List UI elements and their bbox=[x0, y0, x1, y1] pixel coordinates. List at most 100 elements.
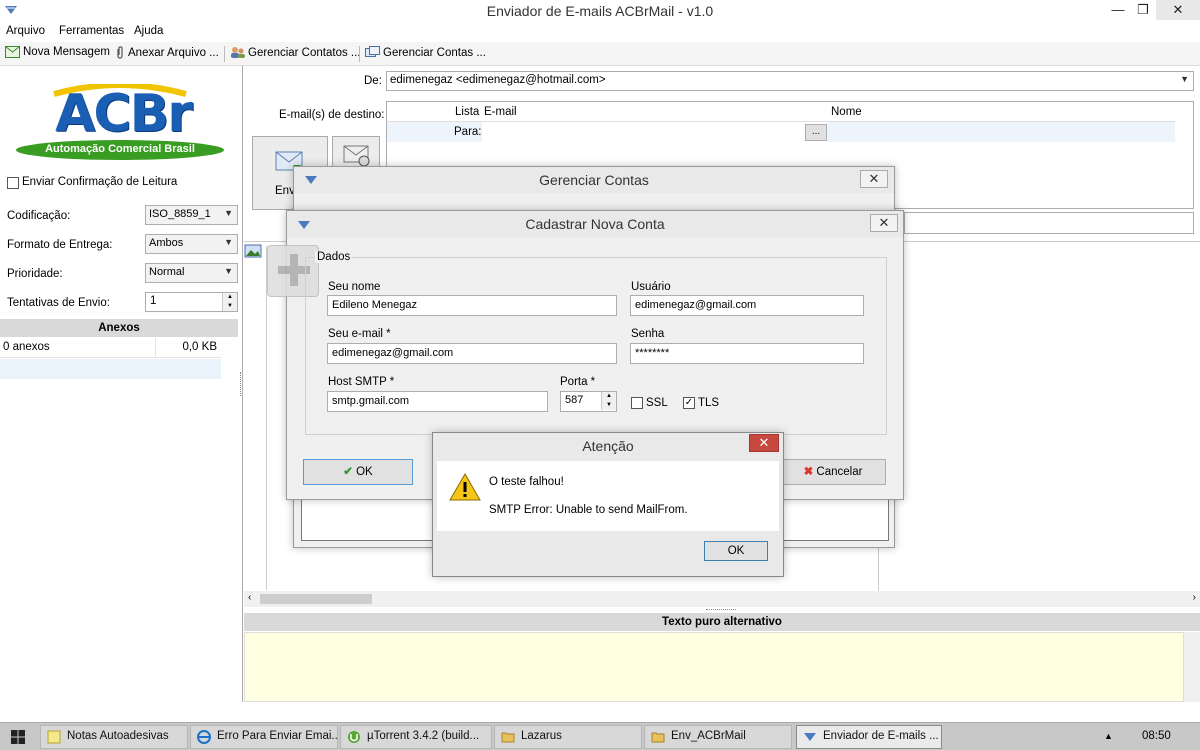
attempts-label: Tentativas de Envio: bbox=[7, 297, 110, 309]
destination-label: E-mail(s) de destino: bbox=[279, 109, 385, 121]
menu-arquivo[interactable]: Arquivo bbox=[6, 25, 45, 37]
browse-contacts-button[interactable]: ... bbox=[805, 124, 827, 141]
taskbar-label: Enviador de E-mails ... bbox=[823, 730, 939, 742]
alert-close-button[interactable]: ✕ bbox=[749, 434, 779, 452]
chevron-down-icon: ▼ bbox=[224, 208, 233, 218]
host-label: Host SMTP * bbox=[328, 376, 395, 388]
taskbar-item-browser[interactable]: Erro Para Enviar Emai... bbox=[190, 725, 338, 749]
port-value: 587 bbox=[565, 394, 584, 406]
ok-button[interactable]: ✔ OK bbox=[303, 459, 413, 485]
taskbar-item-lazarus[interactable]: Lazarus bbox=[494, 725, 642, 749]
spin-arrows[interactable]: ▲ ▼ bbox=[601, 392, 616, 410]
priority-select[interactable]: Normal ▼ bbox=[145, 263, 238, 283]
row-to-label: Para: bbox=[454, 126, 482, 138]
alert-ok-button[interactable]: OK bbox=[704, 541, 768, 561]
user-label: Usuário bbox=[631, 281, 671, 293]
email-input[interactable]: edimenegaz@gmail.com bbox=[327, 343, 617, 364]
chevron-down-icon: ▼ bbox=[224, 266, 233, 276]
tls-label: TLS bbox=[698, 397, 720, 409]
maximize-button[interactable]: ❐ bbox=[1130, 0, 1156, 20]
taskbar-item-utorrent[interactable]: µTorrent 3.4.2 (build... bbox=[340, 725, 492, 749]
from-label: De: bbox=[364, 75, 382, 87]
tray-overflow-icon[interactable]: ▲ bbox=[1104, 731, 1113, 741]
alert-dialog: Atenção ✕ O teste falhou! SMTP Error: Un… bbox=[432, 432, 784, 577]
ok-label: OK bbox=[356, 466, 373, 478]
attachments-summary-row[interactable]: 0 anexos 0,0 KB bbox=[0, 338, 221, 358]
splitter-handle[interactable] bbox=[706, 609, 736, 611]
vertical-scrollbar[interactable] bbox=[1184, 632, 1200, 702]
splitter-handle[interactable] bbox=[240, 372, 242, 396]
manage-contacts-button[interactable]: Gerenciar Contatos ... bbox=[230, 46, 361, 59]
port-spinner[interactable]: 587 ▲ ▼ bbox=[560, 391, 617, 412]
new-account-close-button[interactable]: ✕ bbox=[870, 214, 898, 232]
port-label: Porta * bbox=[560, 376, 596, 388]
taskbar-item-notes[interactable]: Notas Autoadesivas bbox=[40, 725, 188, 749]
column-divider bbox=[155, 338, 156, 358]
send-label: Env bbox=[275, 185, 295, 197]
scroll-right-icon[interactable]: › bbox=[1193, 592, 1196, 603]
attach-file-button[interactable]: Anexar Arquivo ... bbox=[115, 46, 219, 60]
window-titlebar: Enviador de E-mails ACBrMail - v1.0 — ❐ … bbox=[0, 0, 1200, 22]
password-label: Senha bbox=[631, 328, 665, 340]
close-icon: ✖ bbox=[803, 466, 814, 478]
alert-body: O teste falhou! SMTP Error: Unable to se… bbox=[437, 461, 779, 531]
windows-icon bbox=[11, 730, 25, 744]
delivery-label: Formato de Entrega: bbox=[7, 239, 113, 251]
delivery-value: Ambos bbox=[149, 237, 184, 249]
recipient-row[interactable]: Para: ... bbox=[387, 122, 1175, 142]
name-input[interactable]: Edileno Menegaz bbox=[327, 295, 617, 316]
start-button[interactable] bbox=[0, 723, 36, 750]
cancel-label: Cancelar bbox=[816, 466, 863, 478]
attempts-value: 1 bbox=[150, 295, 157, 307]
alert-message-1: O teste falhou! bbox=[489, 476, 564, 488]
taskbar-label: Env_ACBrMail bbox=[671, 730, 746, 742]
attachments-empty-row bbox=[0, 359, 221, 379]
manage-accounts-button[interactable]: Gerenciar Contas ... bbox=[365, 46, 486, 59]
tls-checkbox[interactable]: ✓ bbox=[683, 397, 695, 409]
horizontal-scrollbar[interactable]: ‹ › bbox=[244, 591, 1200, 607]
sticky-notes-icon bbox=[47, 730, 61, 744]
close-button[interactable]: ✕ bbox=[1156, 0, 1200, 20]
new-message-label: Nova Mensagem bbox=[23, 46, 110, 58]
subject-field[interactable] bbox=[904, 212, 1194, 234]
from-select[interactable]: edimenegaz <edimenegaz@hotmail.com> ▼ bbox=[386, 71, 1194, 91]
taskbar-item-env-folder[interactable]: Env_ACBrMail bbox=[644, 725, 792, 749]
attachments-header: Anexos bbox=[0, 319, 238, 337]
encoding-value: ISO_8859_1 bbox=[149, 208, 211, 220]
user-input[interactable]: edimenegaz@gmail.com bbox=[630, 295, 864, 316]
manage-accounts-close-button[interactable]: ✕ bbox=[860, 170, 888, 188]
cancel-button[interactable]: ✖ Cancelar bbox=[780, 459, 886, 485]
menu-bar: Arquivo Ferramentas Ajuda bbox=[0, 22, 1200, 42]
taskbar: Notas Autoadesivas Erro Para Enviar Emai… bbox=[0, 722, 1200, 750]
taskbar-label: Lazarus bbox=[521, 730, 562, 742]
scroll-left-icon[interactable]: ‹ bbox=[248, 592, 251, 603]
recipient-email-cell[interactable] bbox=[482, 122, 827, 142]
taskbar-item-acbrmail[interactable]: Enviador de E-mails ... bbox=[796, 725, 942, 749]
new-message-icon bbox=[5, 46, 20, 58]
minimize-button[interactable]: — bbox=[1104, 0, 1132, 20]
menu-ferramentas[interactable]: Ferramentas bbox=[59, 25, 124, 37]
host-input[interactable]: smtp.gmail.com bbox=[327, 391, 548, 412]
delivery-select[interactable]: Ambos ▼ bbox=[145, 234, 238, 254]
alert-message-2: SMTP Error: Unable to send MailFrom. bbox=[489, 504, 688, 516]
clock[interactable]: 08:50 bbox=[1142, 730, 1171, 742]
editor-toolbar-icon[interactable] bbox=[244, 244, 266, 264]
scrollbar-thumb[interactable] bbox=[260, 594, 372, 604]
ssl-checkbox[interactable] bbox=[631, 397, 643, 409]
warning-icon bbox=[449, 473, 481, 501]
toolbar-separator bbox=[359, 46, 360, 62]
plain-text-editor[interactable] bbox=[244, 632, 1184, 702]
spin-arrows[interactable]: ▲ ▼ bbox=[222, 293, 237, 311]
logo-subtitle: Automação Comercial Brasil bbox=[45, 143, 195, 155]
read-receipt-checkbox[interactable] bbox=[7, 177, 19, 189]
manage-contacts-label: Gerenciar Contatos ... bbox=[248, 46, 361, 59]
chevron-down-icon: ▼ bbox=[224, 237, 233, 247]
encoding-label: Codificação: bbox=[7, 210, 71, 222]
priority-label: Prioridade: bbox=[7, 268, 63, 280]
menu-ajuda[interactable]: Ajuda bbox=[134, 25, 163, 37]
encoding-select[interactable]: ISO_8859_1 ▼ bbox=[145, 205, 238, 225]
attempts-spinner[interactable]: 1 ▲ ▼ bbox=[145, 292, 238, 312]
logo-text: ACBr bbox=[55, 84, 193, 144]
password-input[interactable]: ******** bbox=[630, 343, 864, 364]
new-message-button[interactable]: Nova Mensagem bbox=[5, 46, 110, 58]
